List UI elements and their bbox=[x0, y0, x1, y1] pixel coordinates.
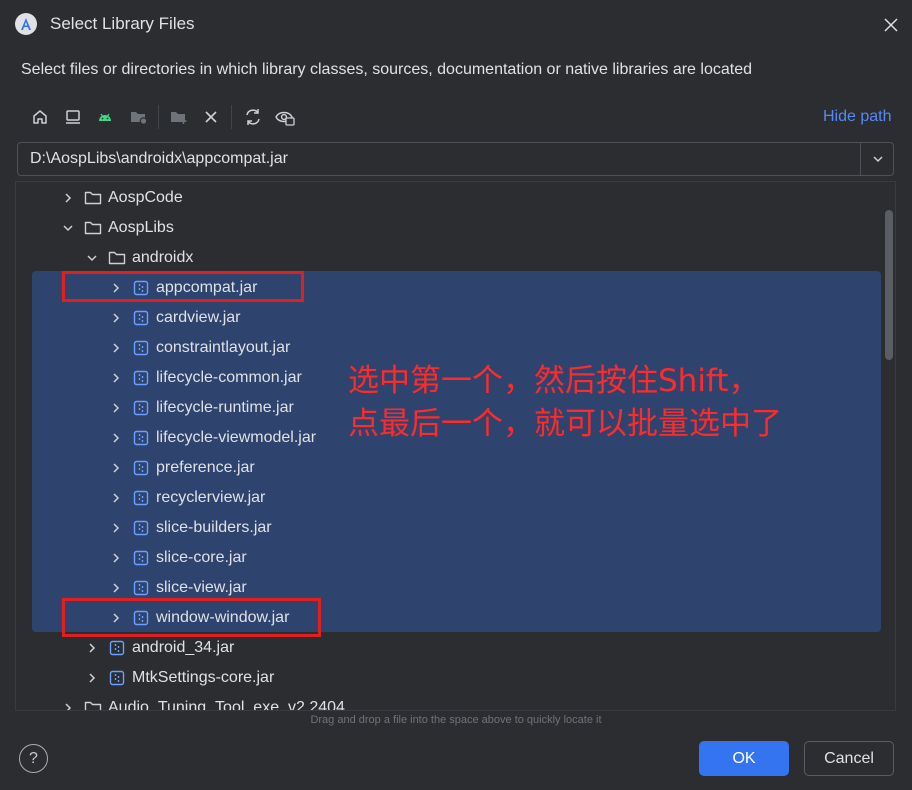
refresh-icon[interactable] bbox=[240, 104, 266, 130]
jar-file-icon bbox=[132, 579, 150, 597]
close-icon[interactable] bbox=[880, 14, 902, 36]
tree-row[interactable]: lifecycle-common.jar bbox=[108, 363, 302, 393]
help-button[interactable]: ? bbox=[19, 744, 48, 773]
annotation-line-1: 选中第一个，然后按住Shift， bbox=[348, 363, 760, 399]
tree-row[interactable]: lifecycle-viewmodel.jar bbox=[108, 423, 316, 453]
home-icon[interactable] bbox=[27, 104, 53, 130]
chevron-right-icon[interactable] bbox=[108, 370, 124, 386]
cancel-button[interactable]: Cancel bbox=[804, 741, 894, 776]
tree-item-label: lifecycle-viewmodel.jar bbox=[156, 429, 317, 446]
tree-row[interactable]: constraintlayout.jar bbox=[108, 333, 290, 363]
tree-row[interactable]: androidx bbox=[84, 243, 193, 273]
chevron-down-icon[interactable] bbox=[861, 143, 894, 175]
toolbar-separator bbox=[231, 105, 232, 129]
folder-icon bbox=[108, 249, 126, 267]
chevron-right-icon[interactable] bbox=[108, 400, 124, 416]
chevron-down-icon[interactable] bbox=[60, 220, 76, 236]
jar-file-icon bbox=[132, 489, 150, 507]
vertical-scrollbar[interactable] bbox=[885, 210, 893, 360]
tree-item-label: slice-view.jar bbox=[156, 579, 247, 596]
tree-item-label: lifecycle-common.jar bbox=[156, 369, 302, 386]
tree-item-label: MtkSettings-core.jar bbox=[132, 669, 275, 686]
tree-item-label: AospCode bbox=[108, 189, 183, 206]
android-icon[interactable] bbox=[92, 104, 118, 130]
tree-row[interactable]: slice-core.jar bbox=[108, 543, 247, 573]
show-hidden-icon[interactable] bbox=[272, 104, 298, 130]
tree-row[interactable]: cardview.jar bbox=[108, 303, 240, 333]
folder-icon bbox=[84, 699, 102, 710]
jar-file-icon bbox=[132, 339, 150, 357]
dialog-title: Select Library Files bbox=[50, 14, 195, 33]
jar-file-icon bbox=[132, 459, 150, 477]
tree-item-label: constraintlayout.jar bbox=[156, 339, 291, 356]
desktop-icon[interactable] bbox=[60, 104, 86, 130]
ok-button[interactable]: OK bbox=[699, 741, 789, 776]
folder-icon bbox=[84, 219, 102, 237]
dialog-description: Select files or directories in which lib… bbox=[21, 61, 752, 78]
jar-file-icon bbox=[132, 519, 150, 537]
tree-item-label: android_34.jar bbox=[132, 639, 235, 656]
tree-item-label: androidx bbox=[132, 249, 194, 266]
tree-item-label: preference.jar bbox=[156, 459, 255, 476]
chevron-right-icon[interactable] bbox=[108, 490, 124, 506]
tree-item-label: Audio_Tuning_Tool_exe_v2.2404 bbox=[108, 699, 345, 711]
chevron-right-icon[interactable] bbox=[108, 310, 124, 326]
chevron-right-icon[interactable] bbox=[108, 580, 124, 596]
jar-file-icon bbox=[132, 309, 150, 327]
jar-file-icon bbox=[108, 639, 126, 657]
tree-item-label: lifecycle-runtime.jar bbox=[156, 399, 294, 416]
jar-file-icon bbox=[132, 369, 150, 387]
tree-row[interactable]: MtkSettings-core.jar bbox=[84, 663, 274, 693]
jar-file-icon bbox=[132, 549, 150, 567]
chevron-right-icon[interactable] bbox=[108, 460, 124, 476]
path-input[interactable] bbox=[18, 143, 860, 175]
chevron-right-icon[interactable] bbox=[108, 340, 124, 356]
project-folder-icon[interactable] bbox=[126, 104, 152, 130]
tree-item-label: slice-builders.jar bbox=[156, 519, 272, 536]
new-folder-icon[interactable] bbox=[166, 104, 192, 130]
tree-row[interactable]: AospLibs bbox=[60, 213, 174, 243]
tree-row[interactable]: android_34.jar bbox=[84, 633, 234, 663]
tree-row[interactable]: slice-builders.jar bbox=[108, 513, 272, 543]
highlight-box-last bbox=[62, 598, 321, 637]
delete-icon[interactable] bbox=[198, 104, 224, 130]
tree-item-label: recyclerview.jar bbox=[156, 489, 266, 506]
tree-row[interactable]: preference.jar bbox=[108, 453, 255, 483]
tree-item-label: AospLibs bbox=[108, 219, 174, 236]
chevron-right-icon[interactable] bbox=[108, 550, 124, 566]
chevron-down-icon[interactable] bbox=[84, 250, 100, 266]
drag-drop-hint: Drag and drop a file into the space abov… bbox=[310, 714, 602, 726]
chevron-right-icon[interactable] bbox=[60, 700, 76, 710]
tree-row[interactable]: lifecycle-runtime.jar bbox=[108, 393, 294, 423]
path-combobox[interactable] bbox=[17, 142, 894, 176]
chevron-right-icon[interactable] bbox=[84, 670, 100, 686]
chevron-right-icon[interactable] bbox=[84, 640, 100, 656]
tree-row[interactable]: recyclerview.jar bbox=[108, 483, 265, 513]
annotation-line-2: 点最后一个，就可以批量选中了 bbox=[348, 406, 782, 442]
toolbar-separator bbox=[158, 105, 159, 129]
tree-item-label: cardview.jar bbox=[156, 309, 241, 326]
android-studio-icon bbox=[15, 13, 37, 35]
tree-row[interactable]: AospCode bbox=[60, 183, 183, 213]
folder-icon bbox=[84, 189, 102, 207]
jar-file-icon bbox=[108, 669, 126, 687]
highlight-box-first bbox=[62, 271, 304, 302]
tree-item-label: slice-core.jar bbox=[156, 549, 247, 566]
chevron-right-icon[interactable] bbox=[108, 520, 124, 536]
chevron-right-icon[interactable] bbox=[60, 190, 76, 206]
jar-file-icon bbox=[132, 429, 150, 447]
hide-path-link[interactable]: Hide path bbox=[823, 108, 892, 126]
chevron-right-icon[interactable] bbox=[108, 430, 124, 446]
tree-row[interactable]: Audio_Tuning_Tool_exe_v2.2404 bbox=[60, 693, 345, 711]
jar-file-icon bbox=[132, 399, 150, 417]
